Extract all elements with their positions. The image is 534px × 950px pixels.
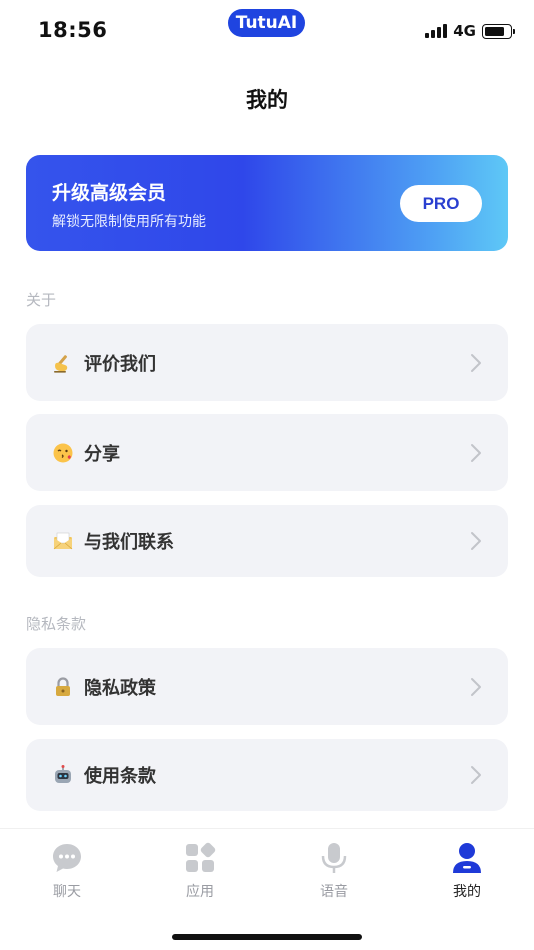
tab-chat[interactable]: 聊天 (27, 841, 107, 903)
tab-label: 应用 (186, 884, 214, 900)
status-bar: 18:56 TutuAI 4G (0, 0, 534, 62)
apps-grid-icon (186, 842, 216, 872)
chevron-right-icon (471, 443, 481, 462)
microphone-icon (321, 843, 347, 873)
envelope-icon (52, 530, 74, 552)
tab-voice[interactable]: 语音 (294, 841, 374, 903)
network-label: 4G (453, 22, 476, 40)
menu-item-contact-us[interactable]: 与我们联系 (26, 505, 508, 577)
chevron-right-icon (471, 766, 481, 784)
tab-label: 语音 (320, 884, 348, 900)
page-title: 我的 (246, 88, 288, 112)
menu-item-privacy-policy[interactable]: 隐私政策 (26, 648, 508, 725)
home-indicator (172, 934, 362, 940)
chevron-right-icon (471, 677, 481, 696)
menu-item-label: 使用条款 (84, 766, 156, 787)
pro-banner-subtitle: 解锁无限制使用所有功能 (52, 214, 206, 230)
tab-label: 我的 (453, 884, 481, 900)
robot-icon (52, 764, 74, 786)
writing-hand-icon (52, 352, 74, 374)
menu-item-label: 与我们联系 (84, 532, 174, 553)
menu-item-label: 分享 (84, 443, 120, 465)
tab-label: 聊天 (53, 884, 81, 900)
profile-icon (453, 843, 481, 873)
chevron-right-icon (471, 532, 481, 550)
status-indicators: 4G (425, 22, 515, 40)
app-name-pill: TutuAI (228, 9, 305, 37)
tab-profile[interactable]: 我的 (427, 841, 507, 903)
menu-item-label: 隐私政策 (84, 677, 156, 699)
menu-item-label: 评价我们 (84, 353, 156, 375)
chat-bubble-icon (53, 844, 81, 872)
status-time: 18:56 (38, 18, 108, 42)
menu-item-terms-of-use[interactable]: 使用条款 (26, 739, 508, 811)
pro-button[interactable]: PRO (400, 185, 482, 222)
section-label-about: 关于 (26, 291, 57, 309)
signal-icon (425, 24, 448, 38)
tab-apps[interactable]: 应用 (160, 841, 240, 903)
lock-icon (52, 676, 74, 698)
chevron-right-icon (471, 353, 481, 372)
battery-icon (482, 23, 515, 39)
menu-item-share[interactable]: 分享 (26, 414, 508, 491)
section-label-privacy: 隐私条款 (26, 615, 87, 633)
pro-upgrade-banner[interactable]: 升级高级会员 解锁无限制使用所有功能 PRO (26, 155, 508, 251)
tab-bar: 聊天 应用 语音 我的 (0, 828, 534, 950)
menu-item-rate-us[interactable]: 评价我们 (26, 324, 508, 401)
pro-banner-title: 升级高级会员 (52, 182, 167, 204)
kissing-face-icon (52, 442, 74, 464)
